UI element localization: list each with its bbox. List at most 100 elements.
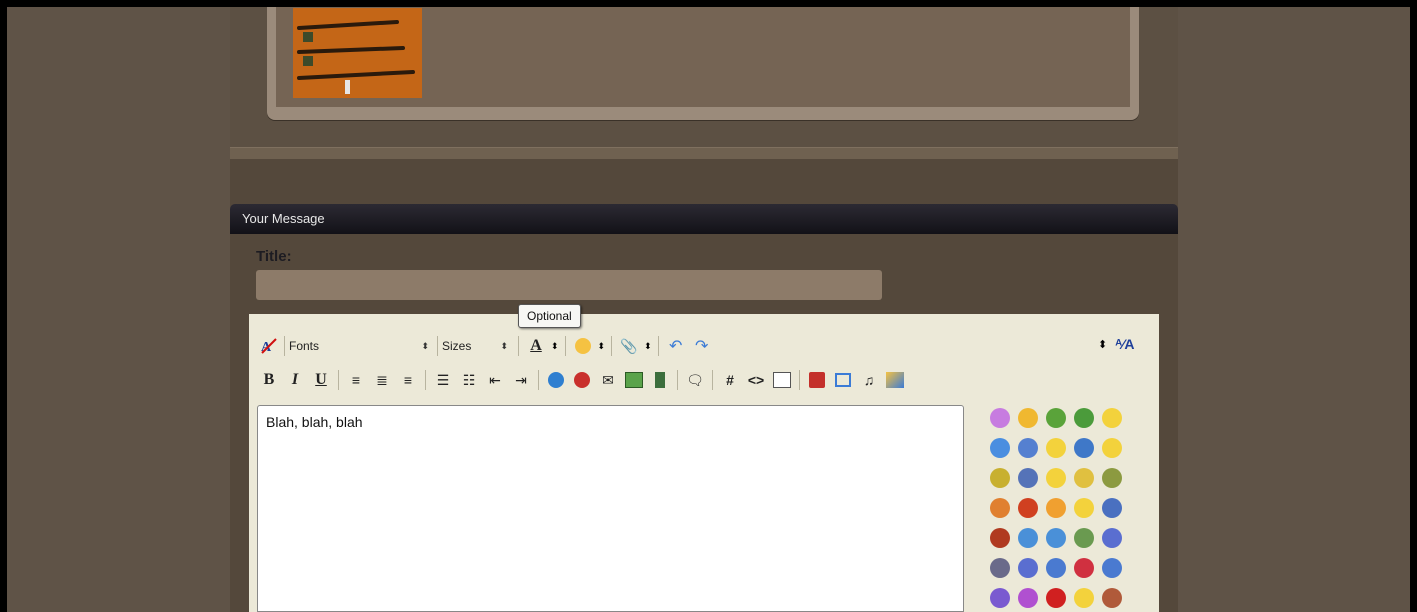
smiley-icon[interactable] (1018, 468, 1038, 488)
smiley-icon[interactable] (1046, 528, 1066, 548)
smiley-icon[interactable] (1018, 438, 1038, 458)
ordered-list-icon[interactable]: ☰ (432, 369, 454, 391)
media-icon[interactable] (832, 369, 854, 391)
smiley-icon[interactable] (1074, 528, 1094, 548)
toolbar-row-1: A Fonts ⬍ Sizes ⬍ A ⬍ ⬍ 📎 ⬍ ↶ ↷ (258, 334, 713, 358)
bold-icon[interactable]: B (258, 369, 280, 391)
your-message-header: Your Message (230, 204, 1178, 234)
attachment-thumbnail[interactable] (293, 8, 422, 98)
optional-tooltip: Optional (518, 304, 581, 328)
fonts-select-arrow-icon: ⬍ (421, 340, 429, 351)
smiley-icon[interactable] (1102, 558, 1122, 578)
font-color-icon[interactable]: A (525, 335, 547, 357)
smiley-icon[interactable] (990, 468, 1010, 488)
insert-image-icon[interactable] (623, 369, 645, 391)
smiley-icon[interactable] (1102, 438, 1122, 458)
underline-icon[interactable]: U (310, 369, 332, 391)
smiley-icon[interactable] (1018, 588, 1038, 608)
sizes-select[interactable]: Sizes ⬍ (437, 336, 512, 356)
italic-icon[interactable]: I (284, 369, 306, 391)
align-left-icon[interactable]: ≡ (345, 369, 367, 391)
message-textarea[interactable]: Blah, blah, blah (257, 405, 964, 612)
smiley-icon[interactable] (1046, 438, 1066, 458)
toolbar-separator (538, 370, 539, 390)
smiley-icon[interactable] (1074, 438, 1094, 458)
title-label: Title: (256, 248, 292, 265)
remove-link-icon[interactable] (571, 369, 593, 391)
smiley-icon[interactable] (1074, 558, 1094, 578)
smiley-icon[interactable] (990, 528, 1010, 548)
smiley-icon[interactable] (1074, 588, 1094, 608)
undo-icon[interactable]: ↶ (665, 335, 687, 357)
attachment-arrow-icon[interactable]: ⬍ (644, 341, 652, 352)
fonts-select[interactable]: Fonts ⬍ (284, 336, 433, 356)
smiley-icon[interactable] (990, 408, 1010, 428)
redo-icon[interactable]: ↷ (691, 335, 713, 357)
smiley-icon[interactable] (1046, 468, 1066, 488)
window-left-border (0, 0, 7, 612)
sizes-select-arrow-icon: ⬍ (500, 340, 508, 351)
smilies-arrow-icon[interactable]: ⬍ (598, 341, 606, 352)
smilies-icon[interactable] (572, 335, 594, 357)
outdent-icon[interactable]: ⇤ (484, 369, 506, 391)
fonts-select-label: Fonts (289, 339, 320, 353)
toolbar-separator (677, 370, 678, 390)
toolbar-separator (611, 336, 613, 356)
window-right-border (1410, 0, 1417, 612)
smiley-icon[interactable] (990, 558, 1010, 578)
toolbar-separator (712, 370, 713, 390)
smiley-icon[interactable] (1102, 528, 1122, 548)
smiley-icon[interactable] (1102, 468, 1122, 488)
title-input[interactable] (256, 270, 882, 300)
your-message-title: Your Message (242, 211, 325, 226)
gallery-icon[interactable] (884, 369, 906, 391)
switch-editor-mode-icon[interactable]: ᴬ⁄A (1115, 336, 1134, 352)
smiley-icon[interactable] (1046, 588, 1066, 608)
email-icon[interactable]: ✉ (597, 369, 619, 391)
smiley-icon[interactable] (1018, 408, 1038, 428)
indent-icon[interactable]: ⇥ (510, 369, 532, 391)
post-divider (230, 147, 1178, 159)
smiley-icon[interactable] (990, 498, 1010, 518)
wrap-php-icon[interactable] (771, 369, 793, 391)
smiley-icon[interactable] (1102, 498, 1122, 518)
font-color-arrow-icon[interactable]: ⬍ (551, 341, 559, 352)
sizes-select-label: Sizes (442, 339, 472, 353)
smiley-icon[interactable] (1074, 408, 1094, 428)
smiley-icon[interactable] (1018, 498, 1038, 518)
music-icon[interactable]: ♫ (858, 369, 880, 391)
toolbar-separator (338, 370, 339, 390)
youtube-icon[interactable] (806, 369, 828, 391)
toolbar-row-2: B I U ≡ ≣ ≡ ☰ ☷ ⇤ ⇥ ✉ 🗨 # <> ♫ (258, 368, 906, 392)
wrap-html-icon[interactable]: <> (745, 369, 767, 391)
smiley-icon[interactable] (1046, 408, 1066, 428)
unordered-list-icon[interactable]: ☷ (458, 369, 480, 391)
smiley-icon[interactable] (990, 588, 1010, 608)
quote-icon[interactable]: 🗨 (684, 369, 706, 391)
align-right-icon[interactable]: ≡ (397, 369, 419, 391)
smiley-icon[interactable] (1102, 408, 1122, 428)
toolbar-right: ⬍ ᴬ⁄A (1098, 336, 1134, 352)
attachment-icon[interactable]: 📎 (618, 335, 640, 357)
smilies-panel (990, 408, 1140, 608)
toolbar-separator (799, 370, 800, 390)
toolbar-separator (657, 336, 659, 356)
smiley-icon[interactable] (990, 438, 1010, 458)
smiley-icon[interactable] (1046, 498, 1066, 518)
toolbar-separator (425, 370, 426, 390)
smiley-icon[interactable] (1046, 558, 1066, 578)
smiley-icon[interactable] (1074, 468, 1094, 488)
smiley-icon[interactable] (1074, 498, 1094, 518)
align-center-icon[interactable]: ≣ (371, 369, 393, 391)
resize-editor-icon[interactable]: ⬍ (1098, 338, 1107, 351)
insert-video-icon[interactable] (649, 369, 671, 391)
wrap-code-icon[interactable]: # (719, 369, 741, 391)
toolbar-separator (564, 336, 566, 356)
smiley-icon[interactable] (1018, 558, 1038, 578)
smiley-icon[interactable] (1018, 528, 1038, 548)
smiley-icon[interactable] (1102, 588, 1122, 608)
insert-link-icon[interactable] (545, 369, 567, 391)
remove-format-icon[interactable]: A (258, 335, 280, 357)
toolbar-separator (518, 336, 519, 356)
rifles-image (293, 8, 422, 98)
